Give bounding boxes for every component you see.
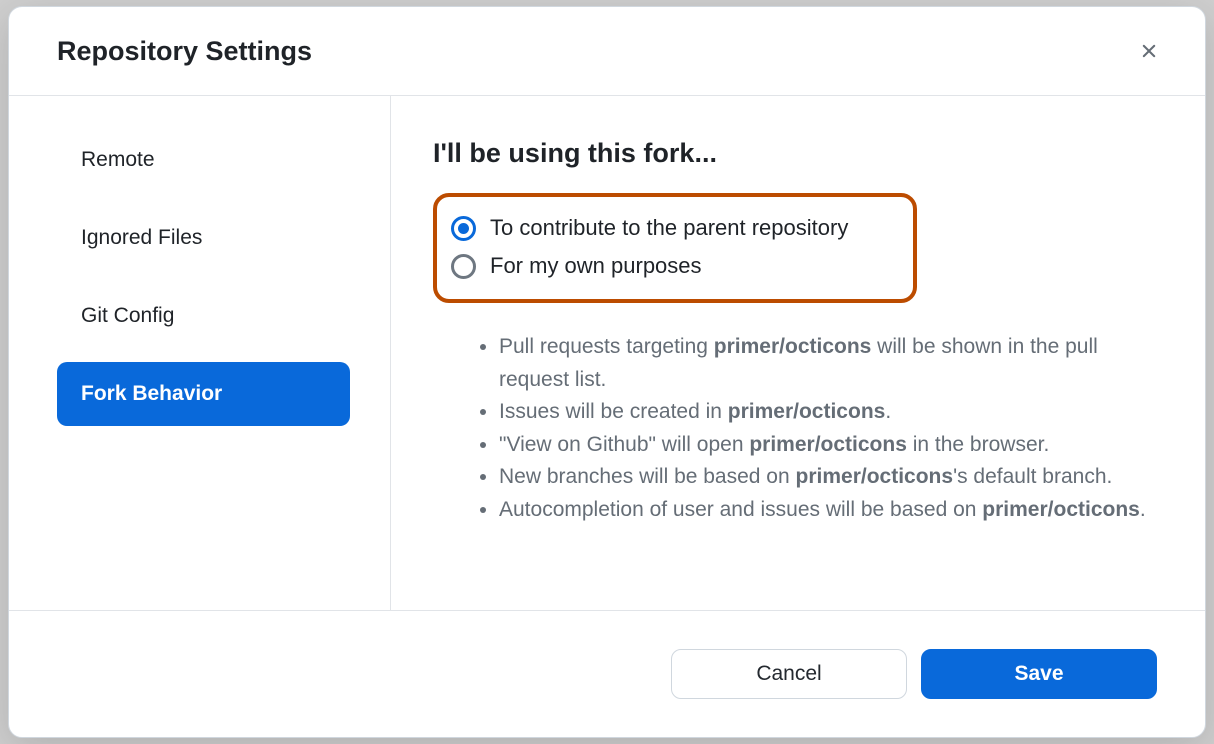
cancel-button[interactable]: Cancel (671, 649, 907, 699)
settings-sidebar: Remote Ignored Files Git Config Fork Beh… (9, 96, 391, 610)
repo-slug: primer/octicons (714, 335, 872, 358)
sidebar-item-label: Git Config (81, 304, 174, 327)
save-button[interactable]: Save (921, 649, 1157, 699)
repository-settings-dialog: Repository Settings Remote Ignored Files… (8, 6, 1206, 738)
radio-icon (451, 216, 476, 241)
dialog-body: Remote Ignored Files Git Config Fork Beh… (9, 96, 1205, 610)
detail-item: New branches will be based on primer/oct… (499, 461, 1165, 494)
repo-slug: primer/octicons (796, 465, 954, 488)
content-heading: I'll be using this fork... (433, 138, 1165, 169)
detail-item: Pull requests targeting primer/octicons … (499, 331, 1165, 396)
sidebar-item-git-config[interactable]: Git Config (57, 284, 350, 348)
close-button[interactable] (1133, 35, 1165, 67)
sidebar-item-remote[interactable]: Remote (57, 128, 350, 192)
repo-slug: primer/octicons (982, 498, 1140, 521)
dialog-footer: Cancel Save (9, 610, 1205, 737)
close-icon (1138, 40, 1160, 62)
fork-behavior-details: Pull requests targeting primer/octicons … (433, 331, 1165, 526)
sidebar-item-label: Ignored Files (81, 226, 202, 249)
sidebar-item-label: Remote (81, 148, 155, 171)
sidebar-item-fork-behavior[interactable]: Fork Behavior (57, 362, 350, 426)
radio-label: For my own purposes (490, 253, 702, 279)
settings-content: I'll be using this fork... To contribute… (391, 96, 1205, 610)
detail-item: Issues will be created in primer/octicon… (499, 396, 1165, 429)
fork-usage-radio-group: To contribute to the parent repository F… (433, 193, 917, 303)
radio-icon (451, 254, 476, 279)
repo-slug: primer/octicons (749, 433, 907, 456)
radio-option-own-purposes[interactable]: For my own purposes (451, 247, 899, 285)
repo-slug: primer/octicons (728, 400, 886, 423)
dialog-title: Repository Settings (57, 36, 312, 67)
detail-item: Autocompletion of user and issues will b… (499, 494, 1165, 527)
radio-option-contribute[interactable]: To contribute to the parent repository (451, 209, 899, 247)
sidebar-item-ignored-files[interactable]: Ignored Files (57, 206, 350, 270)
dialog-header: Repository Settings (9, 7, 1205, 96)
sidebar-item-label: Fork Behavior (81, 382, 222, 405)
detail-item: "View on Github" will open primer/octico… (499, 429, 1165, 462)
radio-label: To contribute to the parent repository (490, 215, 848, 241)
